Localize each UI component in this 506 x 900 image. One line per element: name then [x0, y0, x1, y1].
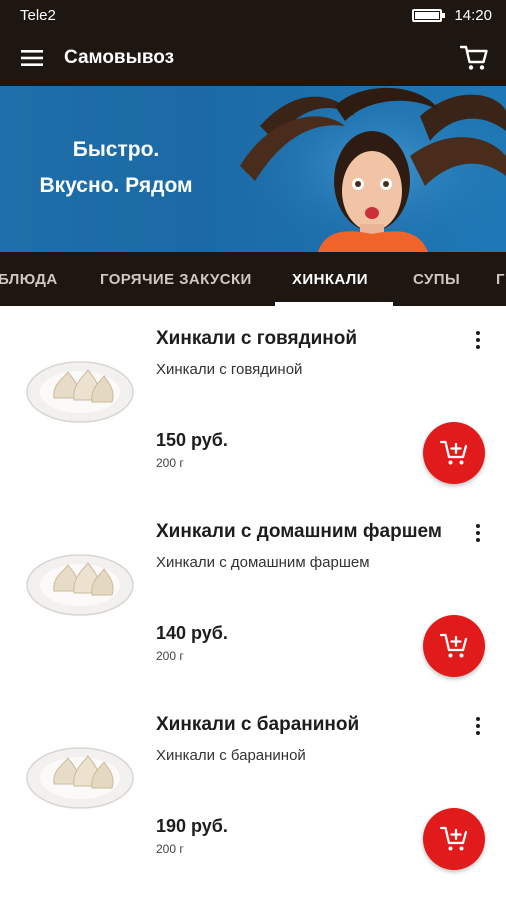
- tab-dishes[interactable]: БЛЮДА: [0, 252, 58, 306]
- more-options-button[interactable]: [466, 521, 490, 545]
- cart-icon: [460, 45, 488, 70]
- cart-button[interactable]: [442, 30, 506, 86]
- more-vert-icon-dot: [476, 538, 480, 542]
- clock: 14:20: [454, 6, 492, 24]
- product-title: Хинкали с говядиной: [156, 328, 358, 349]
- product-description: Хинкали с говядиной: [156, 361, 303, 378]
- product-price: 150 руб.: [156, 430, 228, 450]
- product-weight: 200 г: [156, 456, 184, 470]
- product-price: 140 руб.: [156, 623, 228, 643]
- add-to-cart-button[interactable]: [423, 422, 485, 484]
- more-vert-icon-dot: [476, 524, 480, 528]
- add-to-cart-button[interactable]: [423, 615, 485, 677]
- product-card[interactable]: Хинкали с бараниной Хинкали с бараниной …: [0, 692, 506, 885]
- tab-soups[interactable]: СУПЫ: [413, 252, 460, 306]
- product-description: Хинкали с бараниной: [156, 747, 306, 764]
- banner-line-2: Вкусно. Рядом: [39, 174, 193, 197]
- banner-line-1: Быстро.: [72, 138, 160, 161]
- product-card[interactable]: Хинкали с домашним фаршем Хинкали с дома…: [0, 499, 506, 692]
- more-vert-icon-dot: [476, 724, 480, 728]
- more-vert-icon-dot: [476, 531, 480, 535]
- tab-hot-appetizers[interactable]: ГОРЯЧИЕ ЗАКУСКИ: [100, 252, 252, 306]
- add-to-cart-button[interactable]: [423, 808, 485, 870]
- product-price: 190 руб.: [156, 816, 228, 836]
- add-to-cart-icon: [440, 826, 468, 851]
- product-title: Хинкали с домашним фаршем: [156, 521, 442, 542]
- product-description: Хинкали с домашним фаршем: [156, 554, 370, 571]
- add-to-cart-icon: [440, 440, 468, 465]
- more-vert-icon-dot: [476, 345, 480, 349]
- tab-khinkali[interactable]: ХИНКАЛИ: [292, 252, 368, 306]
- product-title: Хинкали с бараниной: [156, 714, 360, 735]
- menu-button[interactable]: [0, 30, 64, 86]
- product-image: [26, 361, 134, 423]
- more-vert-icon-dot: [476, 717, 480, 721]
- app-bar: Самовывоз: [0, 30, 506, 86]
- product-image: [26, 554, 134, 616]
- battery-icon: [412, 8, 446, 22]
- more-vert-icon-dot: [476, 338, 480, 342]
- product-weight: 200 г: [156, 649, 184, 663]
- more-vert-icon-dot: [476, 731, 480, 735]
- banner-slogan: Быстро. Вкусно. Рядом: [0, 132, 232, 204]
- product-image: [26, 747, 134, 809]
- status-right: 14:20: [412, 7, 492, 24]
- promo-banner[interactable]: Быстро. Вкусно. Рядом: [0, 86, 506, 252]
- page-title: Самовывоз: [64, 47, 175, 68]
- more-options-button[interactable]: [466, 328, 490, 352]
- more-vert-icon-dot: [476, 331, 480, 335]
- status-bar: Tele2 14:20: [0, 0, 506, 30]
- hamburger-menu-icon: [21, 50, 43, 66]
- product-weight: 200 г: [156, 842, 184, 856]
- add-to-cart-icon: [440, 633, 468, 658]
- product-card[interactable]: Хинкали с говядиной Хинкали с говядиной …: [0, 306, 506, 499]
- category-tabs: БЛЮДА ГОРЯЧИЕ ЗАКУСКИ ХИНКАЛИ СУПЫ Г: [0, 252, 506, 306]
- battery-fill: [415, 11, 440, 19]
- more-options-button[interactable]: [466, 714, 490, 738]
- carrier-label: Tele2: [20, 6, 56, 24]
- tab-next[interactable]: Г: [496, 252, 505, 306]
